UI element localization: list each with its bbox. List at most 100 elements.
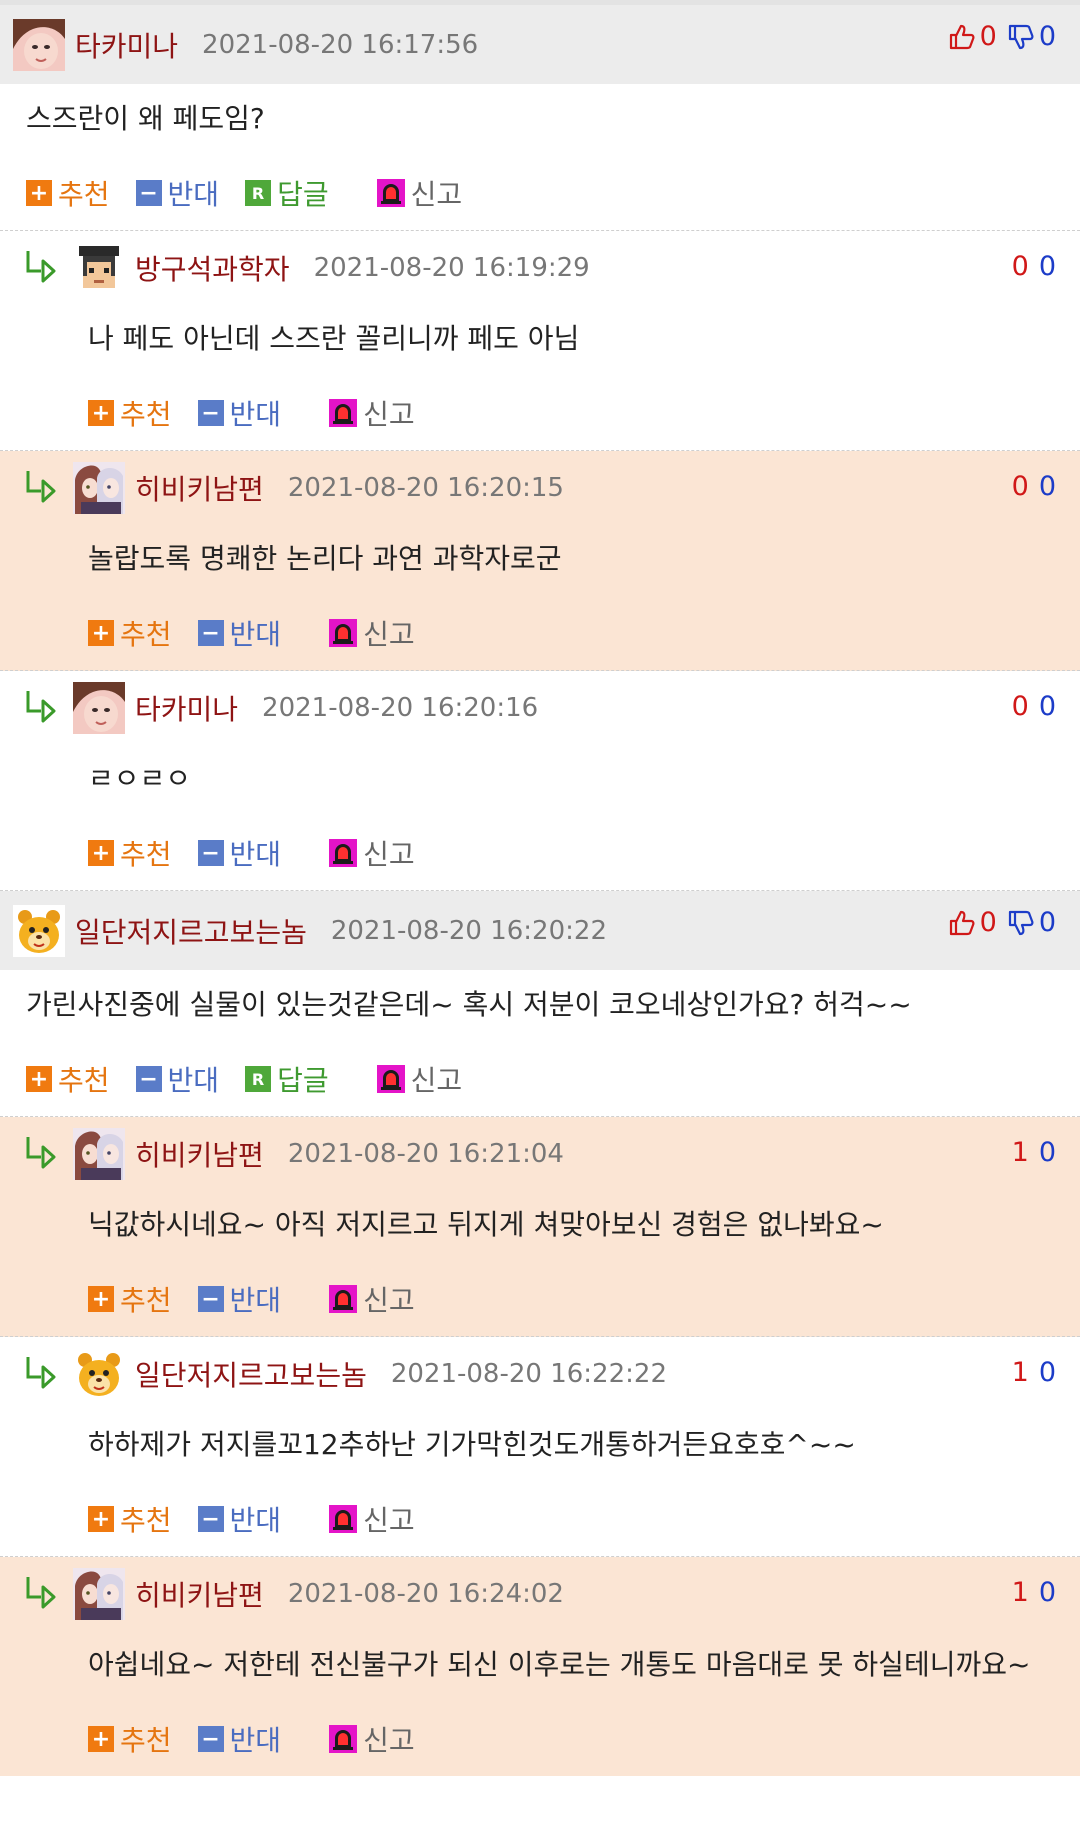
recommend-button[interactable]: + 추천 [88, 1279, 172, 1319]
comment-nickname[interactable]: 히비키남편 [135, 468, 264, 508]
avatar[interactable] [73, 1348, 125, 1400]
vote-counts: 0 0 [1012, 251, 1056, 282]
oppose-button[interactable]: − 반대 [197, 833, 281, 873]
recommend-button[interactable]: + 추천 [88, 1719, 172, 1759]
downvote-count: 0 [1038, 471, 1056, 502]
recommend-button[interactable]: + 추천 [88, 1499, 172, 1539]
comment-text: 아쉽네요~ 저한테 전신불구가 되신 이후로는 개통도 마음대로 못 하실테니까… [88, 1648, 1031, 1681]
comment-header: 히비키남편 2021-08-20 16:21:04 1 0 [0, 1117, 1080, 1190]
reply-label: 답글 [277, 178, 329, 211]
oppose-button[interactable]: − 반대 [135, 1059, 219, 1099]
comment-date: 2021-08-20 16:22:22 [390, 1358, 667, 1389]
oppose-button[interactable]: − 반대 [135, 173, 220, 213]
upvote-count: 1 [1011, 1137, 1029, 1168]
thumbs-up-icon [948, 23, 976, 51]
report-button[interactable]: 신고 [355, 1059, 463, 1099]
report-label: 신고 [410, 1064, 463, 1097]
comment-item: 일단저지르고보는놈 2021-08-20 16:20:22 0 0 가린사진중에… [0, 891, 1080, 1117]
recommend-button[interactable]: + 추천 [88, 393, 172, 433]
comment-text: 놀랍도록 명쾌한 논리다 과연 과학자로군 [88, 542, 562, 575]
oppose-label: 반대 [167, 178, 220, 211]
siren-icon [377, 1065, 405, 1093]
comment-nickname[interactable]: 타카미나 [75, 25, 178, 65]
comment-date: 2021-08-20 16:17:56 [202, 29, 479, 60]
avatar[interactable] [73, 462, 125, 514]
comment-item: 타카미나 2021-08-20 16:17:56 0 0 스즈란이 왜 페도임?… [0, 5, 1080, 231]
siren-icon [377, 179, 405, 207]
report-button[interactable]: 신고 [307, 1499, 415, 1539]
comment-header: 타카미나 2021-08-20 16:20:16 0 0 [0, 671, 1080, 744]
report-button[interactable]: 신고 [307, 1719, 415, 1759]
reply-arrow-icon [23, 1573, 59, 1609]
plus-icon: + [88, 840, 114, 866]
siren-icon [329, 1285, 357, 1313]
reply-arrow-icon [23, 1353, 59, 1389]
comment-text: ㄹㅇㄹㅇ [88, 762, 192, 795]
report-label: 신고 [363, 618, 415, 651]
avatar[interactable] [73, 1128, 125, 1180]
oppose-button[interactable]: − 반대 [197, 393, 281, 433]
comment-date: 2021-08-20 16:20:22 [330, 915, 607, 946]
report-button[interactable]: 신고 [355, 173, 462, 213]
recommend-button[interactable]: + 추천 [26, 173, 110, 213]
comment-text: 하하제가 저지를꼬12추하난 기가막힌것도개통하거든요호호^~~ [88, 1428, 856, 1461]
plus-icon: + [88, 400, 114, 426]
comment-nickname[interactable]: 일단저지르고보는놈 [75, 911, 307, 951]
comment-date: 2021-08-20 16:20:15 [287, 472, 564, 503]
reply-item: 타카미나 2021-08-20 16:20:16 0 0 ㄹㅇㄹㅇ + 추천 − 반… [0, 671, 1080, 891]
reply-button[interactable]: R 답글 [245, 1059, 329, 1099]
comment-nickname[interactable]: 방구석과학자 [135, 248, 290, 288]
comment-nickname[interactable]: 일단저지르고보는놈 [135, 1354, 367, 1394]
avatar[interactable] [73, 682, 125, 734]
reply-item: 히비키남편 2021-08-20 16:21:04 1 0 닉값하시네요~ 아직… [0, 1117, 1080, 1337]
comment-nickname[interactable]: 히비키남편 [135, 1574, 264, 1614]
downvote-count: 0 [1038, 1137, 1056, 1168]
avatar[interactable] [73, 1568, 125, 1620]
oppose-button[interactable]: − 반대 [197, 613, 282, 653]
vote-counts: 0 0 [1012, 471, 1056, 502]
minus-icon: − [197, 400, 224, 426]
avatar[interactable] [73, 242, 125, 294]
siren-icon [329, 399, 357, 427]
report-button[interactable]: 신고 [307, 1279, 415, 1319]
comment-actions: + 추천 − 반대 신고 [0, 1702, 1080, 1776]
reply-icon: R [245, 180, 272, 206]
avatar[interactable] [13, 905, 65, 957]
oppose-label: 반대 [229, 1284, 282, 1317]
avatar[interactable] [13, 19, 65, 71]
oppose-button[interactable]: − 반대 [197, 1279, 282, 1319]
vote-counts: 1 0 [1012, 1137, 1056, 1168]
reply-label: 답글 [277, 1064, 329, 1097]
upvote-count: 0 [1011, 251, 1029, 282]
report-button[interactable]: 신고 [307, 613, 415, 653]
comment-text: 나 페도 아닌데 스즈란 꼴리니까 페도 아님 [88, 322, 580, 355]
reply-button[interactable]: R 답글 [245, 173, 329, 213]
oppose-button[interactable]: − 반대 [197, 1719, 282, 1759]
comment-actions: + 추천 − 반대 신고 [0, 1262, 1080, 1336]
recommend-button[interactable]: + 추천 [26, 1059, 110, 1099]
recommend-label: 추천 [120, 1724, 172, 1757]
minus-icon: − [197, 620, 224, 646]
siren-icon [329, 839, 357, 867]
comment-text: 가린사진중에 실물이 있는것같은데~ 혹시 저분이 코오네상인가요? 허걱~~ [26, 988, 912, 1021]
recommend-label: 추천 [58, 178, 110, 211]
upvote-count: 1 [1011, 1577, 1029, 1608]
oppose-label: 반대 [229, 618, 282, 651]
vote-counts: 1 0 [1012, 1357, 1056, 1388]
thumbs-down-icon [1007, 909, 1035, 937]
vote-counts: 1 0 [1012, 1577, 1056, 1608]
comment-header: 일단저지르고보는놈 2021-08-20 16:22:22 1 0 [0, 1337, 1080, 1410]
report-button[interactable]: 신고 [307, 393, 415, 433]
reply-item: 일단저지르고보는놈 2021-08-20 16:22:22 1 0 하하제가 저… [0, 1337, 1080, 1557]
report-label: 신고 [363, 1284, 415, 1317]
report-button[interactable]: 신고 [307, 833, 415, 873]
recommend-button[interactable]: + 추천 [88, 833, 172, 873]
comment-nickname[interactable]: 타카미나 [135, 688, 238, 728]
oppose-button[interactable]: − 반대 [197, 1499, 281, 1539]
comment-nickname[interactable]: 히비키남편 [135, 1134, 264, 1174]
plus-icon: + [88, 1726, 114, 1752]
recommend-button[interactable]: + 추천 [88, 613, 172, 653]
minus-icon: − [197, 840, 224, 866]
oppose-label: 반대 [229, 1724, 282, 1757]
plus-icon: + [26, 180, 52, 206]
